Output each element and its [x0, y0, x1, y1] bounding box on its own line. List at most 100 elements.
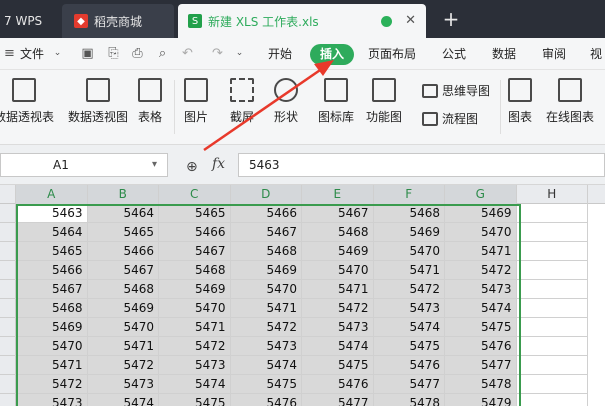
cell[interactable]: 5465 [16, 242, 88, 261]
cell[interactable]: 5473 [373, 299, 445, 318]
cell[interactable]: 5471 [159, 318, 231, 337]
cell[interactable]: 5469 [302, 242, 374, 261]
tab-document[interactable]: S 新建 XLS 工作表.xls ✕ [178, 4, 426, 38]
cell[interactable]: 5472 [373, 280, 445, 299]
cell[interactable]: 5465 [159, 204, 231, 223]
cell[interactable]: 5474 [445, 299, 517, 318]
row-header[interactable] [0, 204, 16, 223]
cell[interactable]: 5478 [445, 375, 517, 394]
cell[interactable]: 5469 [373, 223, 445, 242]
cell[interactable]: 5467 [230, 223, 302, 242]
cell[interactable] [516, 337, 588, 356]
menu-icon[interactable]: ≡ [2, 46, 17, 61]
row-header[interactable] [0, 394, 16, 406]
cell[interactable]: 5470 [302, 261, 374, 280]
cell[interactable]: 5471 [445, 242, 517, 261]
cell[interactable]: 5470 [373, 242, 445, 261]
tab-wps[interactable]: 7 WPS [0, 4, 60, 38]
column-header-a[interactable]: A [16, 185, 88, 204]
cell[interactable]: 5470 [445, 223, 517, 242]
cell[interactable] [516, 318, 588, 337]
menu-data[interactable]: 数据 [492, 45, 516, 62]
column-header-h[interactable]: H [517, 185, 588, 204]
menu-insert[interactable]: 插入 [310, 44, 354, 65]
cell[interactable]: 5472 [302, 299, 374, 318]
cell[interactable] [517, 394, 588, 406]
cell[interactable]: 5471 [87, 337, 159, 356]
pivot-table-button[interactable]: 数据透视表 [0, 78, 54, 125]
print-icon[interactable]: ⎙ [130, 46, 145, 61]
cell[interactable] [516, 223, 588, 242]
cell[interactable]: 5469 [87, 299, 159, 318]
cell[interactable]: 5471 [230, 299, 302, 318]
cell[interactable]: 5472 [230, 318, 302, 337]
menu-formulas[interactable]: 公式 [442, 45, 466, 62]
cell[interactable]: 5472 [159, 337, 231, 356]
menu-review[interactable]: 审阅 [542, 45, 566, 62]
cell[interactable]: 5470 [16, 337, 88, 356]
cell[interactable]: 5476 [230, 394, 302, 406]
column-header-e[interactable]: E [302, 185, 374, 204]
cell[interactable]: 5466 [159, 223, 231, 242]
cell[interactable]: 5477 [445, 356, 517, 375]
cell[interactable]: 5471 [16, 356, 88, 375]
cell[interactable] [516, 356, 588, 375]
cell[interactable]: 5468 [230, 242, 302, 261]
pivot-chart-button[interactable]: 数据透视图 [68, 78, 128, 125]
cell[interactable]: 5466 [16, 261, 88, 280]
cell[interactable]: 5476 [445, 337, 517, 356]
screenshot-button[interactable]: 截屏 [230, 78, 254, 125]
cell[interactable]: 5473 [445, 280, 517, 299]
cell[interactable]: 5474 [373, 318, 445, 337]
cell[interactable]: 5479 [445, 394, 517, 406]
print-preview-icon[interactable]: ⌕ [155, 46, 170, 61]
row-header[interactable] [0, 223, 16, 242]
column-header-f[interactable]: F [373, 185, 445, 204]
cell[interactable]: 5468 [87, 280, 159, 299]
cell[interactable]: 5470 [87, 318, 159, 337]
cell[interactable]: 5464 [87, 204, 159, 223]
shape-button[interactable]: 形状 [274, 78, 298, 125]
menu-view[interactable]: 视 [590, 45, 602, 62]
cell[interactable]: 5473 [87, 375, 159, 394]
cell[interactable]: 5468 [16, 299, 88, 318]
cell[interactable]: 5467 [16, 280, 88, 299]
cell[interactable]: 5474 [87, 394, 159, 406]
tab-daoke-store[interactable]: ◆ 稻壳商城 [62, 4, 174, 38]
cell[interactable]: 5472 [87, 356, 159, 375]
cell[interactable]: 5466 [87, 242, 159, 261]
cell[interactable]: 5477 [302, 394, 374, 406]
redo-icon[interactable]: ↷ [210, 46, 225, 61]
flowchart-button[interactable]: 流程图 [422, 110, 478, 127]
menu-home[interactable]: 开始 [268, 45, 292, 62]
cell[interactable]: 5468 [302, 223, 374, 242]
column-header-g[interactable]: G [445, 185, 517, 204]
cell[interactable]: 5466 [230, 204, 302, 223]
row-header[interactable] [0, 375, 16, 394]
chevron-down-icon[interactable]: ▾ [152, 159, 157, 170]
mindmap-button[interactable]: 思维导图 [422, 82, 490, 99]
chevron-down-icon[interactable]: ⌄ [50, 46, 65, 61]
cell[interactable]: 5473 [302, 318, 374, 337]
cell[interactable]: 5471 [373, 261, 445, 280]
row-header[interactable] [0, 242, 16, 261]
row-header[interactable] [0, 356, 16, 375]
cell[interactable]: 5472 [445, 261, 517, 280]
cell[interactable]: 5471 [302, 280, 374, 299]
chart-button[interactable]: 图表 [508, 78, 532, 125]
row-header[interactable] [0, 261, 16, 280]
picture-button[interactable]: 图片 [184, 78, 208, 125]
cell[interactable]: 5464 [16, 223, 88, 242]
cell[interactable]: 5475 [302, 356, 374, 375]
cell[interactable]: 5465 [87, 223, 159, 242]
cell[interactable]: 5469 [16, 318, 88, 337]
cell[interactable]: 5463 [16, 204, 88, 223]
cell[interactable]: 5478 [373, 394, 445, 406]
menu-file[interactable]: 文件 [20, 45, 44, 62]
cell[interactable]: 5469 [230, 261, 302, 280]
name-box[interactable]: A1 [0, 153, 168, 177]
cell[interactable] [516, 280, 588, 299]
cell[interactable]: 5476 [373, 356, 445, 375]
column-header-b[interactable]: B [87, 185, 159, 204]
cell[interactable] [516, 242, 588, 261]
